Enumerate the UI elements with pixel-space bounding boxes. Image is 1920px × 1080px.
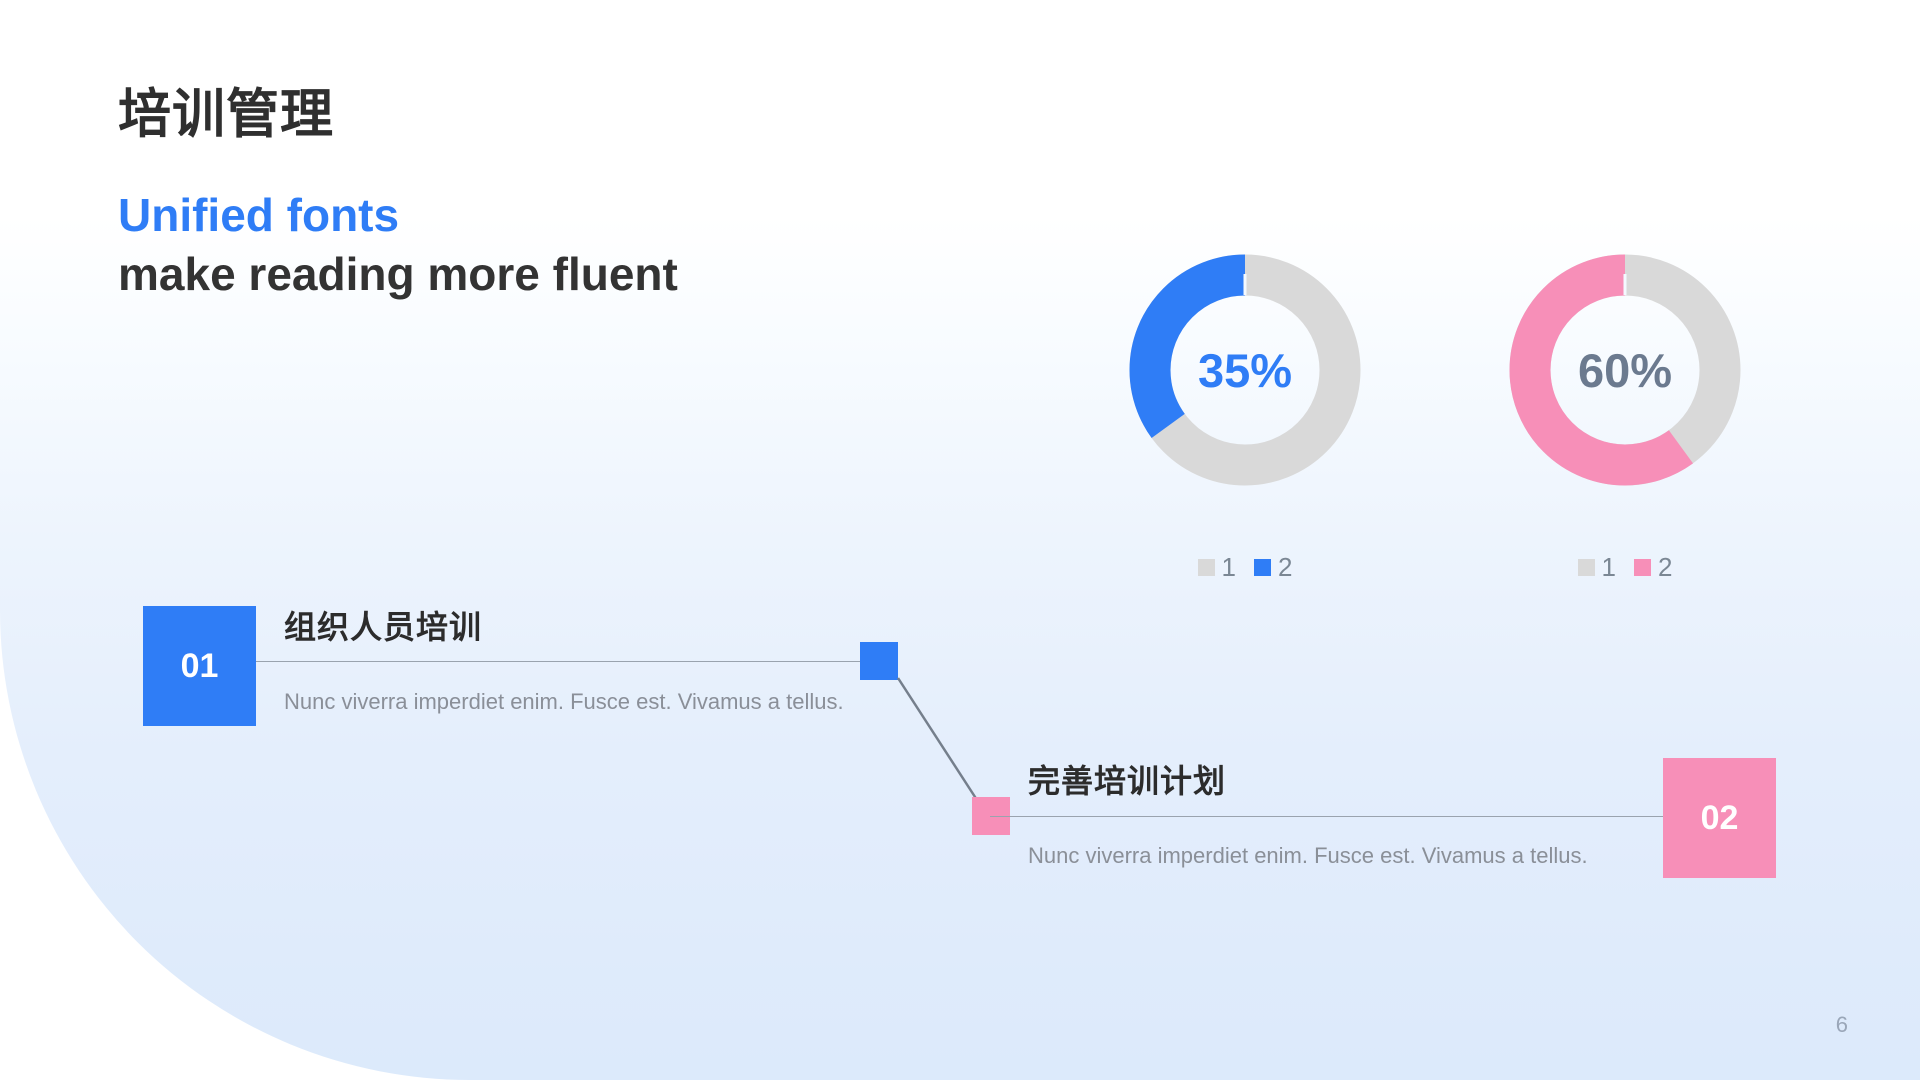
donut-chart-pink: 60% bbox=[1500, 245, 1750, 495]
item-number-label: 01 bbox=[180, 646, 219, 685]
page-title: 培训管理 bbox=[118, 85, 334, 144]
legend-swatch-pink-icon bbox=[1634, 559, 1651, 576]
headline-line-2: make reading more fluent bbox=[118, 247, 678, 300]
headline-block: Unified fonts make reading more fluent bbox=[118, 186, 678, 304]
headline-line-1: Unified fonts bbox=[118, 189, 400, 241]
donut-pink-svg bbox=[1509, 254, 1741, 486]
legend-swatch-blue-icon bbox=[1254, 559, 1271, 576]
item-rule-02 bbox=[990, 816, 1680, 817]
legend-item-2: 2 bbox=[1634, 552, 1672, 583]
item-rule-01 bbox=[256, 661, 868, 662]
donut-blue-svg bbox=[1129, 254, 1361, 486]
legend-swatch-gray-icon bbox=[1197, 559, 1215, 576]
donut-blue-legend: 1 2 bbox=[1120, 552, 1370, 583]
item-body-01: Nunc viverra imperdiet enim. Fusce est. … bbox=[284, 689, 844, 714]
background-panel bbox=[0, 0, 1920, 1080]
legend-item-2: 2 bbox=[1254, 552, 1292, 583]
item-body-02: Nunc viverra imperdiet enim. Fusce est. … bbox=[1028, 843, 1588, 868]
legend-label-2: 2 bbox=[1658, 552, 1673, 582]
item-number-badge-02: 02 bbox=[1663, 758, 1776, 878]
legend-label-1: 1 bbox=[1601, 552, 1616, 582]
item-number-badge-01: 01 bbox=[143, 606, 256, 726]
legend-item-1: 1 bbox=[1577, 552, 1616, 583]
legend-label-1: 1 bbox=[1221, 552, 1236, 582]
legend-label-2: 2 bbox=[1278, 552, 1293, 582]
donut-chart-blue: 35% bbox=[1120, 245, 1370, 495]
legend-swatch-gray-icon bbox=[1577, 559, 1595, 576]
item-heading-02: 完善培训计划 bbox=[1028, 763, 1227, 799]
slide-canvas: 培训管理 Unified fonts make reading more flu… bbox=[0, 0, 1920, 1080]
item-heading-01: 组织人员培训 bbox=[284, 609, 483, 645]
item-number-label: 02 bbox=[1700, 798, 1739, 837]
page-number: 6 bbox=[1835, 1012, 1848, 1037]
legend-item-1: 1 bbox=[1197, 552, 1236, 583]
donut-pink-legend: 1 2 bbox=[1500, 552, 1750, 583]
